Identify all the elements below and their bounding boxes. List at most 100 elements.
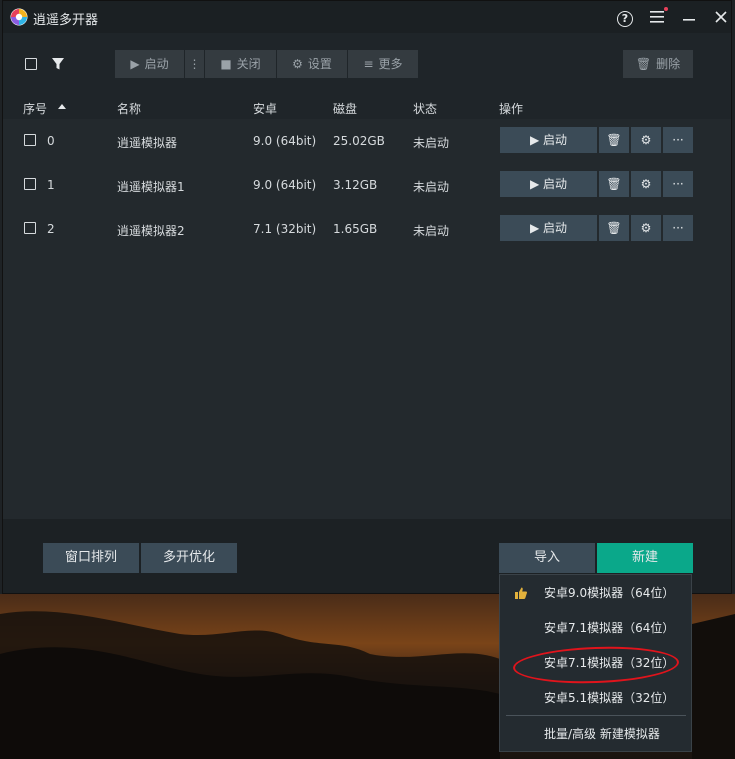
trash-icon: 🗑 — [606, 177, 622, 191]
row-android: 9.0 (64bit) — [253, 178, 317, 192]
row-checkbox[interactable] — [24, 222, 36, 234]
row-delete-button[interactable]: 🗑 — [599, 127, 629, 153]
batch-more-label: 更多 — [378, 57, 403, 71]
batch-start-button[interactable]: ▶ 启动 — [115, 50, 184, 78]
menu-item-android71-32[interactable]: 安卓7.1模拟器（32位） — [500, 646, 691, 680]
play-icon: ▶ — [130, 57, 140, 71]
row-status: 未启动 — [413, 136, 450, 150]
row-settings-button[interactable]: ⚙ — [631, 215, 661, 241]
row-index: 1 — [47, 178, 55, 192]
gear-icon: ⚙ — [292, 57, 303, 71]
menu-item-batch-advanced-new[interactable]: 批量/高级 新建模拟器 — [500, 717, 691, 751]
column-header-status: 状态 — [413, 102, 438, 116]
trash-icon: 🗑 — [606, 133, 622, 147]
thumbs-up-icon — [515, 587, 527, 599]
table-header: 序号 名称 安卓 磁盘 状态 操作 — [3, 97, 731, 119]
menu-item-label: 安卓9.0模拟器（64位） — [544, 586, 675, 600]
import-button[interactable]: 导入 — [499, 543, 595, 573]
menu-item-label: 安卓7.1模拟器（32位） — [544, 656, 675, 670]
toolbar: ▶ 启动 ⋮ ■ 关闭 ⚙ 设置 ≡ 更多 🗑 删除 — [3, 33, 731, 97]
row-index: 0 — [47, 134, 55, 148]
new-emulator-button[interactable]: 新建 — [597, 543, 693, 573]
more-dots-icon: ⋮ — [188, 57, 201, 71]
play-icon: ▶ — [529, 133, 544, 147]
help-icon[interactable]: ? — [614, 6, 636, 28]
menu-item-android9-64[interactable]: 安卓9.0模拟器（64位） — [500, 576, 691, 610]
column-header-android: 安卓 — [253, 102, 278, 116]
more-icon: ··· — [672, 221, 684, 235]
row-start-button[interactable]: ▶ 启动 — [500, 215, 597, 241]
table-row: 2 逍遥模拟器2 7.1 (32bit) 1.65GB 未启动 ▶ 启动 🗑 ⚙… — [3, 209, 731, 253]
select-all-checkbox[interactable] — [25, 58, 37, 70]
menu-item-label: 安卓5.1模拟器（32位） — [544, 691, 675, 705]
row-more-button[interactable]: ··· — [663, 215, 693, 241]
batch-more-button[interactable]: ≡ 更多 — [348, 50, 418, 78]
row-disk: 3.12GB — [333, 178, 378, 192]
column-header-name: 名称 — [117, 102, 142, 116]
multi-open-optimize-button[interactable]: 多开优化 — [141, 543, 237, 573]
row-start-label: 启动 — [543, 221, 568, 235]
filter-icon[interactable] — [51, 57, 65, 71]
batch-start-label: 启动 — [144, 57, 169, 71]
sort-ascending-icon[interactable] — [58, 104, 66, 109]
gear-icon: ⚙ — [640, 133, 652, 147]
more-icon: ··· — [672, 133, 684, 147]
batch-delete-label: 删除 — [656, 57, 681, 71]
list-icon: ≡ — [363, 57, 374, 71]
close-icon[interactable] — [710, 6, 732, 28]
row-name: 逍遥模拟器 — [117, 136, 178, 150]
row-disk: 1.65GB — [333, 222, 378, 236]
menu-item-label: 安卓7.1模拟器（64位） — [544, 621, 675, 635]
new-emulator-menu: 安卓9.0模拟器（64位） 安卓7.1模拟器（64位） 安卓7.1模拟器（32位… — [499, 574, 692, 752]
gear-icon: ⚙ — [640, 177, 652, 191]
row-more-button[interactable]: ··· — [663, 127, 693, 153]
row-android: 7.1 (32bit) — [253, 222, 317, 236]
window-title: 逍遥多开器 — [33, 13, 99, 28]
menu-item-android51-32[interactable]: 安卓5.1模拟器（32位） — [500, 681, 691, 715]
row-delete-button[interactable]: 🗑 — [599, 215, 629, 241]
row-more-button[interactable]: ··· — [663, 171, 693, 197]
menu-item-label: 批量/高级 新建模拟器 — [544, 727, 660, 741]
row-disk: 25.02GB — [333, 134, 385, 148]
batch-delete-button[interactable]: 🗑 删除 — [623, 50, 693, 78]
arrange-windows-button[interactable]: 窗口排列 — [43, 543, 139, 573]
row-start-label: 启动 — [543, 177, 568, 191]
title-bar: 逍遥多开器 ? — [3, 1, 731, 33]
row-index: 2 — [47, 222, 55, 236]
row-android: 9.0 (64bit) — [253, 134, 317, 148]
row-delete-button[interactable]: 🗑 — [599, 171, 629, 197]
batch-settings-label: 设置 — [307, 57, 332, 71]
row-status: 未启动 — [413, 224, 450, 238]
batch-close-label: 关闭 — [236, 57, 261, 71]
column-header-disk: 磁盘 — [333, 102, 358, 116]
row-start-button[interactable]: ▶ 启动 — [500, 127, 597, 153]
row-start-label: 启动 — [543, 133, 568, 147]
notification-dot — [664, 7, 668, 11]
row-settings-button[interactable]: ⚙ — [631, 127, 661, 153]
column-header-index[interactable]: 序号 — [23, 100, 47, 117]
stop-icon: ■ — [220, 57, 232, 71]
row-status: 未启动 — [413, 180, 450, 194]
batch-start-dropdown[interactable]: ⋮ — [185, 50, 204, 78]
app-logo-icon — [10, 8, 28, 26]
row-name: 逍遥模拟器1 — [117, 180, 185, 194]
row-name: 逍遥模拟器2 — [117, 224, 185, 238]
row-start-button[interactable]: ▶ 启动 — [500, 171, 597, 197]
app-window: 逍遥多开器 ? ▶ 启动 ⋮ ■ 关闭 ⚙ 设置 ≡ 更多 🗑 删除 序号 名称… — [2, 0, 732, 594]
row-checkbox[interactable] — [24, 178, 36, 190]
row-settings-button[interactable]: ⚙ — [631, 171, 661, 197]
more-icon: ··· — [672, 177, 684, 191]
minimize-icon[interactable] — [678, 6, 700, 28]
table-row: 1 逍遥模拟器1 9.0 (64bit) 3.12GB 未启动 ▶ 启动 🗑 ⚙… — [3, 165, 731, 209]
menu-divider — [506, 715, 686, 716]
batch-close-button[interactable]: ■ 关闭 — [205, 50, 276, 78]
menu-item-android71-64[interactable]: 安卓7.1模拟器（64位） — [500, 611, 691, 645]
trash-icon: 🗑 — [606, 221, 622, 235]
play-icon: ▶ — [529, 221, 544, 235]
column-header-actions: 操作 — [499, 102, 524, 116]
play-icon: ▶ — [529, 177, 544, 191]
table-row: 0 逍遥模拟器 9.0 (64bit) 25.02GB 未启动 ▶ 启动 🗑 ⚙… — [3, 121, 731, 165]
gear-icon: ⚙ — [640, 221, 652, 235]
batch-settings-button[interactable]: ⚙ 设置 — [277, 50, 347, 78]
row-checkbox[interactable] — [24, 134, 36, 146]
